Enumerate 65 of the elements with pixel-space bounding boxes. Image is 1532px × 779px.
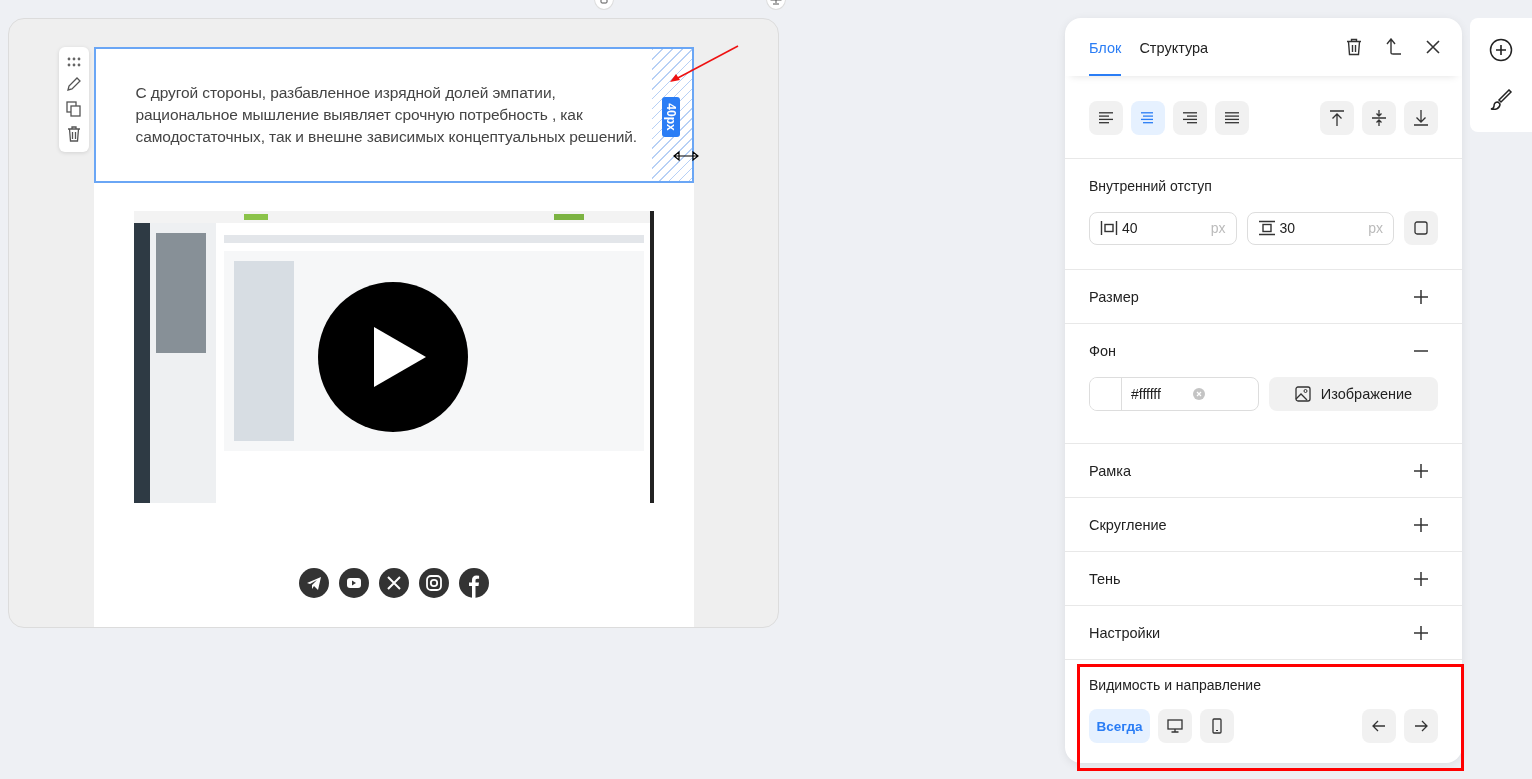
text-align-button[interactable] — [1089, 101, 1123, 135]
arrow-to-bottom-icon — [1413, 109, 1429, 127]
section-title: Внутренний отступ — [1089, 178, 1212, 194]
padding-field[interactable]: 30 px — [1246, 211, 1395, 245]
expand-icon[interactable] — [1414, 625, 1428, 640]
align-top-button[interactable] — [1320, 101, 1354, 135]
copy-icon[interactable] — [65, 100, 82, 117]
add-icon[interactable] — [1489, 37, 1513, 62]
section-title: Размер — [1089, 288, 1139, 305]
align-right-icon — [1183, 112, 1197, 124]
tab[interactable]: Блок — [1089, 18, 1122, 76]
section-title: Видимость и направление — [1089, 677, 1261, 693]
align-bottom-button[interactable] — [1404, 101, 1438, 135]
right-arrow-button[interactable] — [1404, 709, 1438, 743]
padding-input[interactable]: 30 — [1277, 219, 1342, 237]
paragraph: С другой стороны, разбавленное изрядной долей эмпатии, рациональное мышление выявляет срочную потребность , как самодостаточных, так и внешне зависимых концептуальных решений. — [135, 83, 638, 147]
phone-icon — [1212, 718, 1222, 734]
desktop-button[interactable] — [1158, 709, 1192, 743]
drag-handle-icon[interactable] — [66, 57, 81, 68]
padding-input[interactable]: 40 — [1120, 219, 1184, 237]
trash-icon[interactable] — [65, 125, 82, 142]
padding-mode-button[interactable] — [1404, 211, 1438, 245]
expand-icon[interactable] — [1414, 463, 1428, 478]
vertical-padding-icon — [1257, 220, 1276, 236]
text-align-button[interactable] — [1215, 101, 1249, 135]
left-arrow-icon — [1372, 720, 1386, 732]
text-align-button[interactable] — [1173, 101, 1207, 135]
trash-icon[interactable] — [1346, 38, 1362, 56]
brush-icon[interactable] — [1489, 88, 1513, 113]
x-logo-icon[interactable] — [378, 568, 409, 598]
instagram-icon[interactable] — [418, 568, 449, 598]
color-input[interactable]: #ffffff — [1129, 385, 1193, 403]
section-title: Рамка — [1089, 462, 1131, 479]
color-swatch[interactable] — [1090, 378, 1122, 410]
monitor-icon — [1167, 719, 1183, 733]
expand-icon[interactable] — [1414, 571, 1428, 586]
telegram-icon[interactable] — [298, 568, 329, 598]
expand-icon[interactable] — [1414, 517, 1428, 532]
align-justify-icon — [1225, 112, 1239, 124]
image-icon — [1294, 386, 1311, 402]
align-middle-button[interactable] — [1362, 101, 1396, 135]
youtube-icon[interactable] — [338, 568, 369, 598]
expand-icon[interactable] — [1414, 289, 1428, 304]
align-left-icon — [1099, 112, 1113, 124]
mobile-button[interactable] — [1200, 709, 1234, 743]
section-title: Настройки — [1089, 624, 1161, 641]
image-button[interactable]: Изображение — [1269, 377, 1438, 411]
facebook-icon[interactable] — [458, 568, 489, 598]
align-center-icon — [1141, 112, 1155, 124]
close-icon[interactable] — [1426, 40, 1440, 54]
section-title: Фон — [1089, 342, 1117, 359]
arrow-to-top-icon — [1329, 109, 1345, 127]
section-title: Тень — [1089, 570, 1121, 587]
square-icon — [1413, 220, 1430, 236]
pencil-icon[interactable] — [65, 76, 82, 93]
padding-field[interactable]: 40 px — [1089, 211, 1237, 245]
left-arrow-button[interactable] — [1362, 709, 1396, 743]
undo-arrow-icon[interactable] — [1386, 38, 1402, 56]
color-field[interactable]: #ffffff — [1089, 377, 1259, 411]
right-arrow-icon — [1414, 720, 1428, 732]
arrows-to-center-icon — [1371, 109, 1387, 127]
section-title: Скругление — [1089, 516, 1167, 533]
horizontal-padding-icon — [1100, 220, 1118, 236]
tab[interactable]: Структура — [1139, 18, 1209, 76]
padding-badge: 40px — [661, 97, 680, 137]
